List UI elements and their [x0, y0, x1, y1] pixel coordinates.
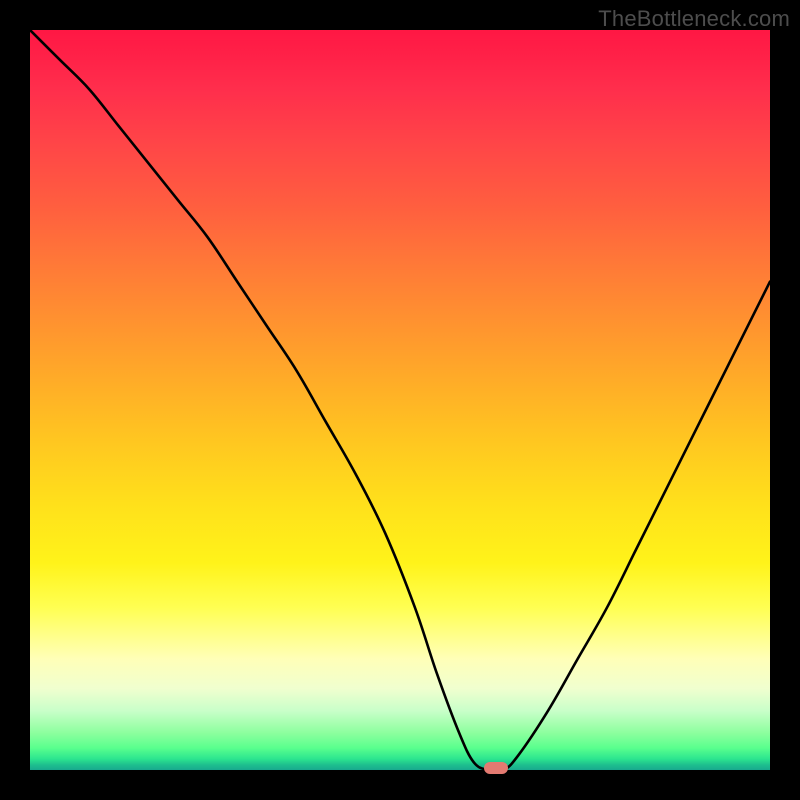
plot-area: [30, 30, 770, 770]
watermark-label: TheBottleneck.com: [598, 6, 790, 32]
optimal-marker: [484, 762, 508, 774]
bottleneck-curve: [30, 30, 770, 770]
chart-frame: TheBottleneck.com: [0, 0, 800, 800]
